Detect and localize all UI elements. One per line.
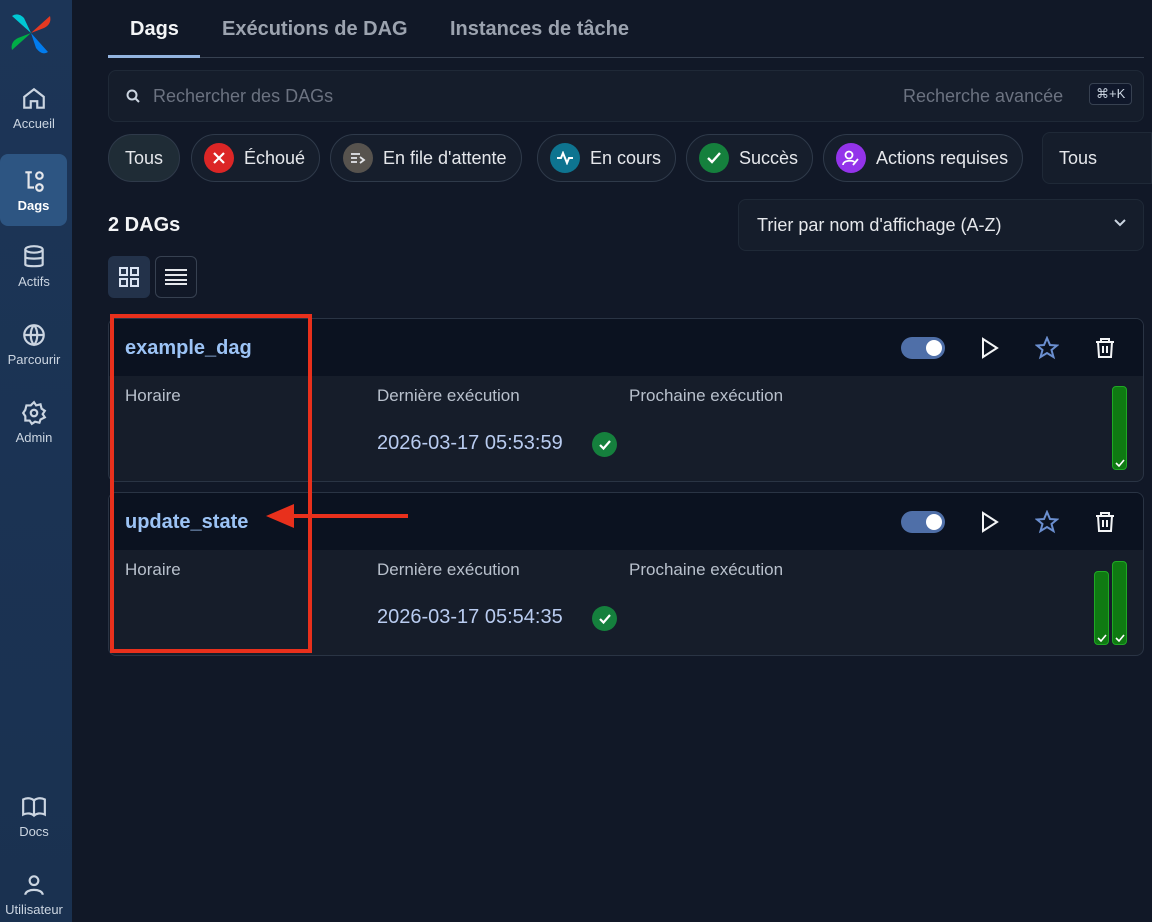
filter-failed[interactable]: Échoué xyxy=(191,134,321,182)
x-icon xyxy=(204,143,234,173)
filter-label: Succès xyxy=(739,147,799,168)
sidebar-item-admin[interactable]: Admin xyxy=(0,386,68,458)
tab-dag-runs[interactable]: Exécutions de DAG xyxy=(222,18,408,41)
sidebar-item-label: Parcourir xyxy=(7,351,61,367)
database-icon xyxy=(24,244,44,267)
tab-dags[interactable]: Dags xyxy=(130,18,179,41)
trash-icon[interactable] xyxy=(1093,336,1117,360)
star-icon[interactable] xyxy=(1035,336,1059,360)
chevron-down-icon xyxy=(1114,219,1126,227)
filter-label: En file d'attente xyxy=(383,147,507,168)
sidebar-item-dags[interactable]: Dags xyxy=(0,154,67,226)
airflow-logo-icon[interactable] xyxy=(8,10,54,56)
sidebar-item-label: Admin xyxy=(15,429,53,445)
dags-icon xyxy=(24,170,44,192)
tab-task-instances[interactable]: Instances de tâche xyxy=(450,18,629,41)
tab-bar: Dags Exécutions de DAG Instances de tâch… xyxy=(108,0,1144,58)
queue-icon xyxy=(343,143,373,173)
sort-select[interactable]: Trier par nom d'affichage (A-Z) xyxy=(738,199,1144,251)
filter-success[interactable]: Succès xyxy=(686,134,814,182)
pause-toggle[interactable] xyxy=(901,337,945,359)
shortcut-badge: ⌘+K xyxy=(1089,83,1133,105)
list-view-button[interactable] xyxy=(155,256,197,298)
user-icon xyxy=(24,874,44,895)
search-bar: Recherche avancée ⌘+K xyxy=(108,70,1144,122)
grid-icon xyxy=(119,267,139,287)
search-input[interactable] xyxy=(153,81,753,111)
sidebar-item-docs[interactable]: Docs xyxy=(0,780,68,852)
run-bar[interactable] xyxy=(1094,571,1109,645)
sidebar-item-assets[interactable]: Actifs xyxy=(0,230,68,302)
sidebar-item-label: Accueil xyxy=(13,115,55,131)
run-bar[interactable] xyxy=(1112,561,1127,645)
play-icon[interactable] xyxy=(977,510,1001,534)
run-bar[interactable] xyxy=(1112,386,1127,470)
grid-view-button[interactable] xyxy=(108,256,150,298)
sidebar-item-label: Actifs xyxy=(18,273,50,289)
filter-running[interactable]: En cours xyxy=(537,134,677,182)
filter-label: En cours xyxy=(590,147,662,168)
check-icon xyxy=(699,143,729,173)
sort-select-value: Trier par nom d'affichage (A-Z) xyxy=(757,215,1002,235)
last-run-label: Dernière exécution xyxy=(377,386,520,405)
home-icon xyxy=(23,87,45,109)
success-check-icon xyxy=(592,432,617,457)
sidebar: Accueil Dags Actifs Parcourir Admin Docs… xyxy=(0,0,72,922)
play-icon[interactable] xyxy=(977,336,1001,360)
sidebar-item-home[interactable]: Accueil xyxy=(0,72,68,144)
filter-actions-required[interactable]: Actions requises xyxy=(823,134,1024,182)
gear-icon xyxy=(21,399,47,425)
sidebar-item-label: Dags xyxy=(17,197,50,213)
activity-icon xyxy=(550,143,580,173)
sidebar-item-label: Docs xyxy=(19,823,49,839)
book-icon xyxy=(22,796,46,817)
sidebar-item-label: Utilisateur xyxy=(5,901,63,917)
filter-all[interactable]: Tous xyxy=(108,134,181,182)
filter-select-value: Tous xyxy=(1059,148,1098,168)
trash-icon[interactable] xyxy=(1093,510,1117,534)
next-run-label: Prochaine exécution xyxy=(629,560,784,579)
last-run-label: Dernière exécution xyxy=(377,560,520,579)
user-action-icon xyxy=(836,143,866,173)
globe-icon xyxy=(23,323,45,346)
active-tab-indicator xyxy=(108,55,200,58)
advanced-search-link[interactable]: Recherche avancée xyxy=(903,86,1063,107)
filter-label: Actions requises xyxy=(876,147,1009,168)
annotation-arrow-icon xyxy=(266,504,408,528)
filter-label: Échoué xyxy=(244,147,306,168)
list-icon xyxy=(165,269,187,285)
filter-select[interactable]: Tous xyxy=(1042,132,1152,184)
last-run-date[interactable]: 2026-03-17 05:54:35 xyxy=(377,606,563,629)
dag-count: 2 DAGs xyxy=(108,214,181,236)
annotation-highlight-box xyxy=(110,314,312,653)
sidebar-item-browse[interactable]: Parcourir xyxy=(0,308,68,380)
next-run-label: Prochaine exécution xyxy=(629,386,784,405)
filter-label: Tous xyxy=(125,147,164,168)
last-run-date[interactable]: 2026-03-17 05:53:59 xyxy=(377,432,563,455)
search-icon xyxy=(126,89,140,103)
star-icon[interactable] xyxy=(1035,510,1059,534)
filter-queued[interactable]: En file d'attente xyxy=(330,134,522,182)
success-check-icon xyxy=(592,606,617,631)
pause-toggle[interactable] xyxy=(901,511,945,533)
sidebar-item-user[interactable]: Utilisateur xyxy=(0,858,68,922)
